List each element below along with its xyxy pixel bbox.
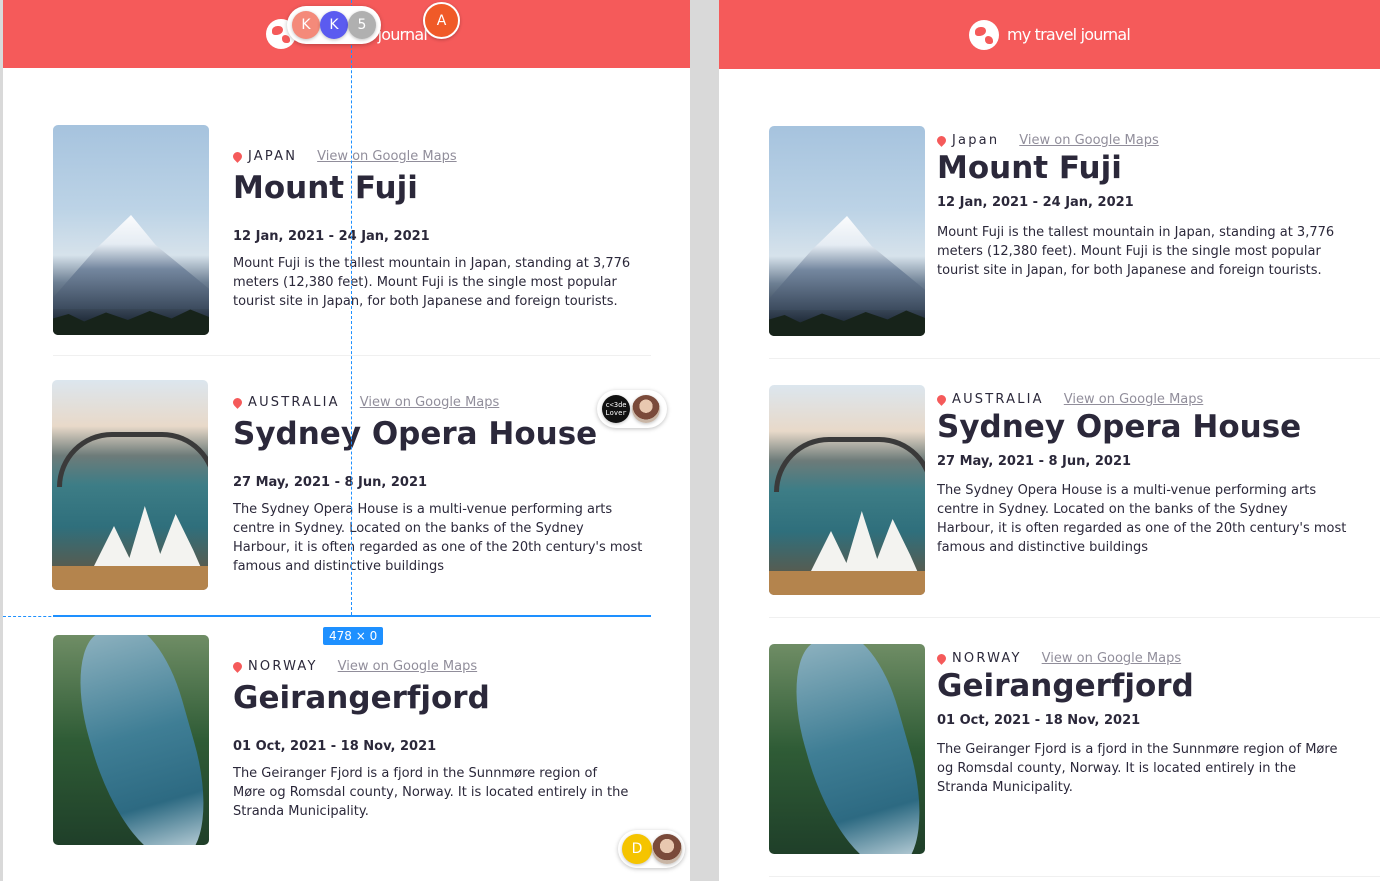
- vertical-guide-line: [351, 0, 352, 615]
- collaborator-avatar-group[interactable]: D: [618, 830, 685, 868]
- entry-dates: 12 Jan, 2021 - 24 Jan, 2021: [233, 229, 430, 244]
- entry-dates: 01 Oct, 2021 - 18 Nov, 2021: [937, 713, 1141, 728]
- entry-photo-geirangerfjord: [769, 644, 925, 854]
- dimension-label: 478 × 0: [323, 627, 384, 645]
- avatar-photo[interactable]: [632, 395, 660, 423]
- entry-location: NORWAY View on Google Maps: [231, 659, 478, 674]
- avatar[interactable]: K: [292, 11, 320, 39]
- entry-photo-sydney-opera-house: [52, 380, 208, 590]
- collaborator-avatar-group[interactable]: K K 5: [287, 6, 381, 44]
- google-maps-link[interactable]: View on Google Maps: [317, 149, 457, 164]
- entry-title: Sydney Opera House: [937, 409, 1302, 445]
- entry-location: NORWAY View on Google Maps: [935, 651, 1182, 666]
- entry-country: JAPAN: [248, 149, 298, 164]
- entry-photo-mount-fuji: [769, 126, 925, 336]
- entry-description: The Sydney Opera House is a multi-venue …: [233, 502, 643, 574]
- entry-dates: 27 May, 2021 - 8 Jun, 2021: [233, 475, 428, 490]
- avatar[interactable]: D: [622, 834, 652, 864]
- google-maps-link[interactable]: View on Google Maps: [1019, 133, 1159, 148]
- entry-dates: 12 Jan, 2021 - 24 Jan, 2021: [937, 195, 1134, 210]
- entry-photo-geirangerfjord: [53, 635, 209, 845]
- entry-title: Sydney Opera House: [233, 416, 598, 452]
- entry-location: AUSTRALIA View on Google Maps: [935, 392, 1204, 407]
- entry-dates: 27 May, 2021 - 8 Jun, 2021: [937, 454, 1132, 469]
- location-pin-icon: [231, 660, 244, 673]
- entry-location: Japan View on Google Maps: [935, 133, 1159, 148]
- entry-description: The Geiranger Fjord is a fjord in the Su…: [937, 742, 1338, 795]
- entry-dates: 01 Oct, 2021 - 18 Nov, 2021: [233, 739, 437, 754]
- right-preview-panel: my travel journal Japan View on Google M…: [719, 0, 1380, 881]
- entry-description: The Geiranger Fjord is a fjord in the Su…: [233, 766, 629, 819]
- entry-photo-sydney-opera-house: [769, 385, 925, 595]
- google-maps-link[interactable]: View on Google Maps: [1064, 392, 1204, 407]
- location-pin-icon: [935, 134, 948, 147]
- entry-divider: [53, 355, 651, 356]
- google-maps-link[interactable]: View on Google Maps: [360, 395, 500, 410]
- google-maps-link[interactable]: View on Google Maps: [1042, 651, 1182, 666]
- entry-country: AUSTRALIA: [248, 395, 340, 410]
- selection-line[interactable]: [53, 615, 651, 617]
- avatar[interactable]: K: [320, 11, 348, 39]
- entry-title: Geirangerfjord: [233, 680, 490, 716]
- app-header: my travel journal: [719, 0, 1380, 69]
- entry-country: Japan: [952, 133, 1000, 148]
- entry-description: Mount Fuji is the tallest mountain in Ja…: [937, 225, 1335, 278]
- brand-title: my travel journal: [1006, 25, 1131, 44]
- entry-country: NORWAY: [952, 651, 1022, 666]
- entry-description: The Sydney Opera House is a multi-venue …: [937, 483, 1347, 555]
- entry-location: JAPAN View on Google Maps: [231, 149, 457, 164]
- entry-country: AUSTRALIA: [952, 392, 1044, 407]
- entry-title: Mount Fuji: [233, 170, 418, 206]
- avatar[interactable]: A: [423, 2, 460, 39]
- globe-icon: [968, 19, 999, 50]
- location-pin-icon: [935, 393, 948, 406]
- entry-divider: [769, 358, 1380, 359]
- entry-title: Mount Fuji: [937, 150, 1122, 186]
- entry-description: Mount Fuji is the tallest mountain in Ja…: [233, 256, 631, 309]
- collaborator-avatar-group[interactable]: c<3de Lover: [597, 390, 667, 428]
- entry-divider: [769, 876, 1380, 877]
- avatar[interactable]: c<3de Lover: [602, 395, 630, 423]
- location-pin-icon: [935, 652, 948, 665]
- avatar-overflow-count[interactable]: 5: [348, 11, 376, 39]
- location-pin-icon: [231, 150, 244, 163]
- entry-photo-mount-fuji: [53, 125, 209, 335]
- entry-divider: [769, 617, 1380, 618]
- entry-location: AUSTRALIA View on Google Maps: [231, 395, 500, 410]
- location-pin-icon: [231, 396, 244, 409]
- entry-country: NORWAY: [248, 659, 318, 674]
- google-maps-link[interactable]: View on Google Maps: [338, 659, 478, 674]
- avatar-photo[interactable]: [652, 834, 682, 864]
- entry-title: Geirangerfjord: [937, 668, 1194, 704]
- left-preview-panel: my travel journal JAPAN View on Google M…: [3, 0, 690, 881]
